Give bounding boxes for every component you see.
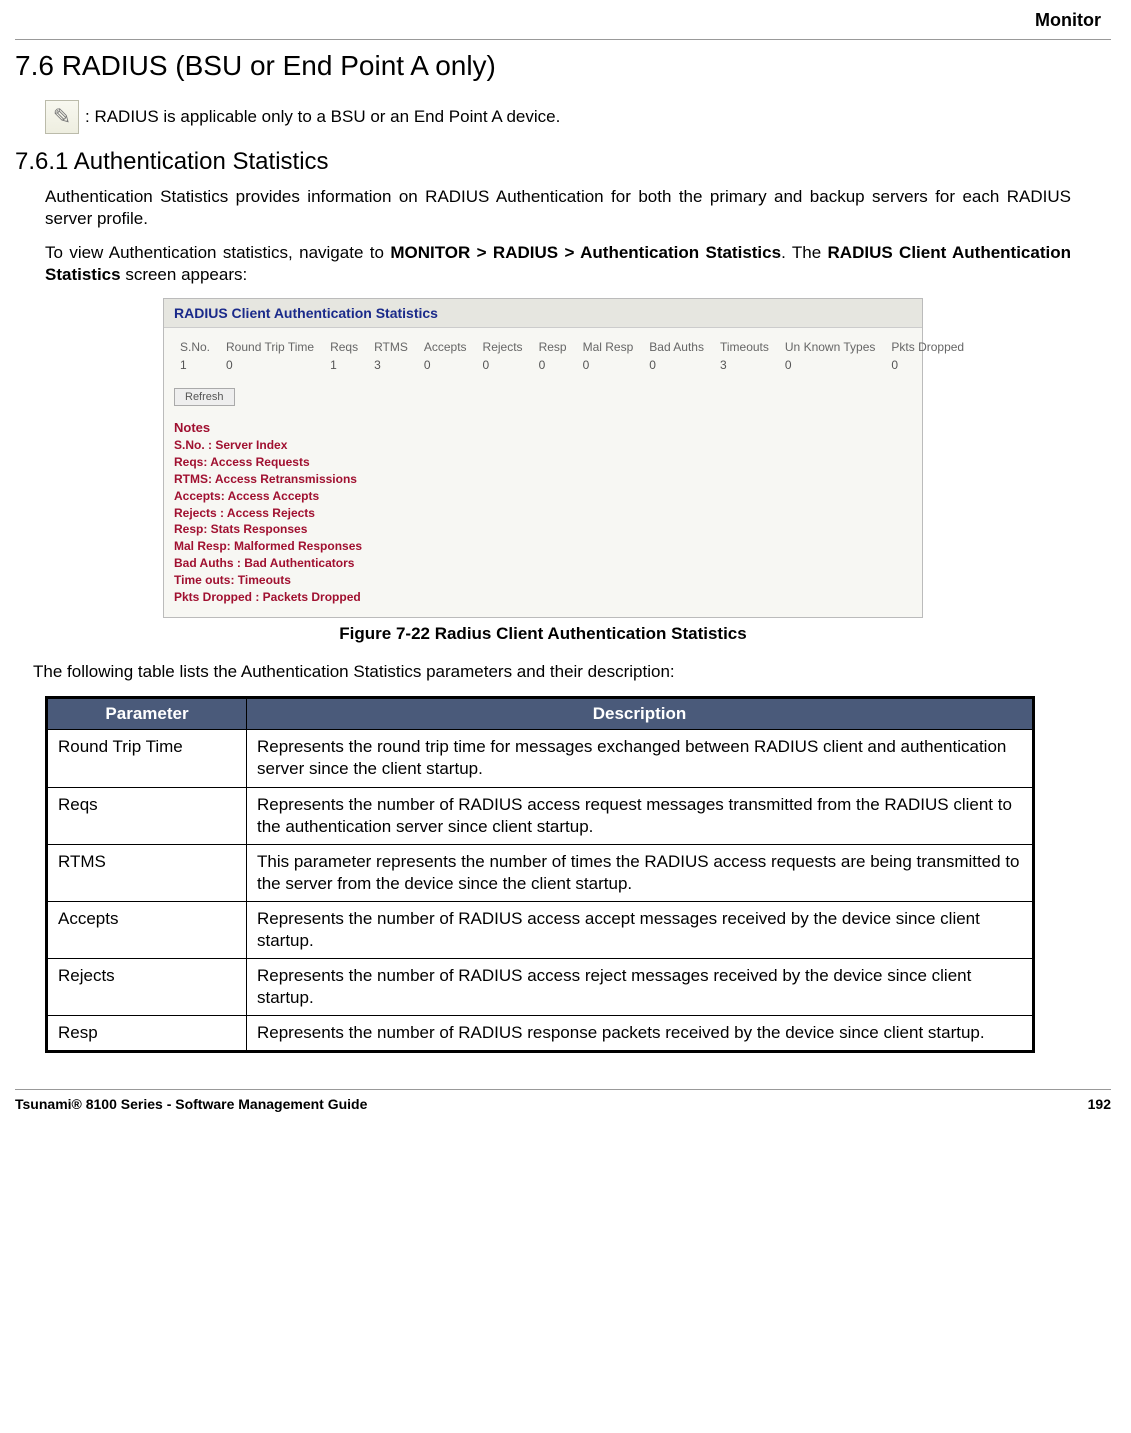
cell-badauths: 0: [641, 356, 712, 374]
footer-page-number: 192: [1088, 1096, 1111, 1112]
param-name: Reqs: [47, 787, 247, 844]
param-header-row: Parameter Description: [47, 698, 1034, 730]
notes-heading: Notes: [174, 420, 912, 435]
col-malresp: Mal Resp: [575, 338, 642, 356]
note-line: Mal Resp: Malformed Responses: [174, 538, 912, 555]
param-desc: Represents the number of RADIUS access r…: [247, 959, 1034, 1016]
param-row: RTMS This parameter represents the numbe…: [47, 844, 1034, 901]
col-rejects: Rejects: [475, 338, 531, 356]
pencil-note-icon: ✎: [45, 100, 79, 134]
note-line: S.No. : Server Index: [174, 437, 912, 454]
note-line: Time outs: Timeouts: [174, 572, 912, 589]
col-rtms: RTMS: [366, 338, 416, 356]
stats-table: S.No. Round Trip Time Reqs RTMS Accepts …: [172, 338, 972, 374]
page-header-label: Monitor: [15, 10, 1101, 31]
col-resp: Resp: [531, 338, 575, 356]
col-rtt: Round Trip Time: [218, 338, 322, 356]
param-desc: Represents the number of RADIUS access a…: [247, 901, 1034, 958]
param-name: Round Trip Time: [47, 730, 247, 787]
note-line: Rejects : Access Rejects: [174, 505, 912, 522]
section-title: 7.6 RADIUS (BSU or End Point A only): [15, 50, 1071, 82]
paragraph-1: Authentication Statistics provides infor…: [45, 186, 1071, 230]
parameter-table: Parameter Description Round Trip Time Re…: [45, 696, 1035, 1053]
stats-data-row: 1 0 1 3 0 0 0 0 0 3 0 0: [172, 356, 972, 374]
param-desc: This parameter represents the number of …: [247, 844, 1034, 901]
footer-left: Tsunami® 8100 Series - Software Manageme…: [15, 1096, 367, 1112]
note-line: Reqs: Access Requests: [174, 454, 912, 471]
cell-timeouts: 3: [712, 356, 777, 374]
header-rule: [15, 39, 1111, 40]
param-desc: Represents the round trip time for messa…: [247, 730, 1034, 787]
note-line: Resp: Stats Responses: [174, 521, 912, 538]
param-table-intro: The following table lists the Authentica…: [33, 662, 1071, 682]
refresh-button[interactable]: Refresh: [174, 388, 235, 406]
embedded-screenshot: RADIUS Client Authentication Statistics …: [163, 298, 923, 618]
cell-malresp: 0: [575, 356, 642, 374]
screenshot-title-bar: RADIUS Client Authentication Statistics: [164, 299, 922, 328]
cell-resp: 0: [531, 356, 575, 374]
note-text: : RADIUS is applicable only to a BSU or …: [85, 107, 560, 127]
cell-unknown: 0: [777, 356, 884, 374]
stats-header-row: S.No. Round Trip Time Reqs RTMS Accepts …: [172, 338, 972, 356]
col-badauths: Bad Auths: [641, 338, 712, 356]
cell-accepts: 0: [416, 356, 475, 374]
col-pkts: Pkts Dropped: [883, 338, 972, 356]
note-line: Accepts: Access Accepts: [174, 488, 912, 505]
param-row: Accepts Represents the number of RADIUS …: [47, 901, 1034, 958]
cell-rtt: 0: [218, 356, 322, 374]
param-name: Accepts: [47, 901, 247, 958]
para2-pre: To view Authentication statistics, navig…: [45, 243, 390, 262]
col-accepts: Accepts: [416, 338, 475, 356]
param-desc: Represents the number of RADIUS access r…: [247, 787, 1034, 844]
col-timeouts: Timeouts: [712, 338, 777, 356]
para2-post: screen appears:: [121, 265, 248, 284]
figure-caption: Figure 7-22 Radius Client Authentication…: [15, 624, 1071, 644]
param-row: Round Trip Time Represents the round tri…: [47, 730, 1034, 787]
subsection-title: 7.6.1 Authentication Statistics: [15, 148, 1071, 176]
param-name: RTMS: [47, 844, 247, 901]
note-row: ✎ : RADIUS is applicable only to a BSU o…: [45, 100, 1071, 134]
col-unknown: Un Known Types: [777, 338, 884, 356]
param-header-description: Description: [247, 698, 1034, 730]
para2-mid: . The: [781, 243, 827, 262]
cell-rtms: 3: [366, 356, 416, 374]
cell-sno: 1: [172, 356, 218, 374]
notes-list: S.No. : Server Index Reqs: Access Reques…: [174, 437, 912, 605]
param-name: Rejects: [47, 959, 247, 1016]
param-row: Reqs Represents the number of RADIUS acc…: [47, 787, 1034, 844]
page-footer: Tsunami® 8100 Series - Software Manageme…: [15, 1089, 1111, 1112]
param-desc: Represents the number of RADIUS response…: [247, 1016, 1034, 1052]
cell-reqs: 1: [322, 356, 366, 374]
cell-pkts: 0: [883, 356, 972, 374]
note-line: Pkts Dropped : Packets Dropped: [174, 589, 912, 606]
col-sno: S.No.: [172, 338, 218, 356]
paragraph-2: To view Authentication statistics, navig…: [45, 242, 1071, 286]
param-header-parameter: Parameter: [47, 698, 247, 730]
col-reqs: Reqs: [322, 338, 366, 356]
param-row: Resp Represents the number of RADIUS res…: [47, 1016, 1034, 1052]
cell-rejects: 0: [475, 356, 531, 374]
param-row: Rejects Represents the number of RADIUS …: [47, 959, 1034, 1016]
note-line: Bad Auths : Bad Authenticators: [174, 555, 912, 572]
note-line: RTMS: Access Retransmissions: [174, 471, 912, 488]
para2-nav: MONITOR > RADIUS > Authentication Statis…: [390, 243, 781, 262]
param-name: Resp: [47, 1016, 247, 1052]
